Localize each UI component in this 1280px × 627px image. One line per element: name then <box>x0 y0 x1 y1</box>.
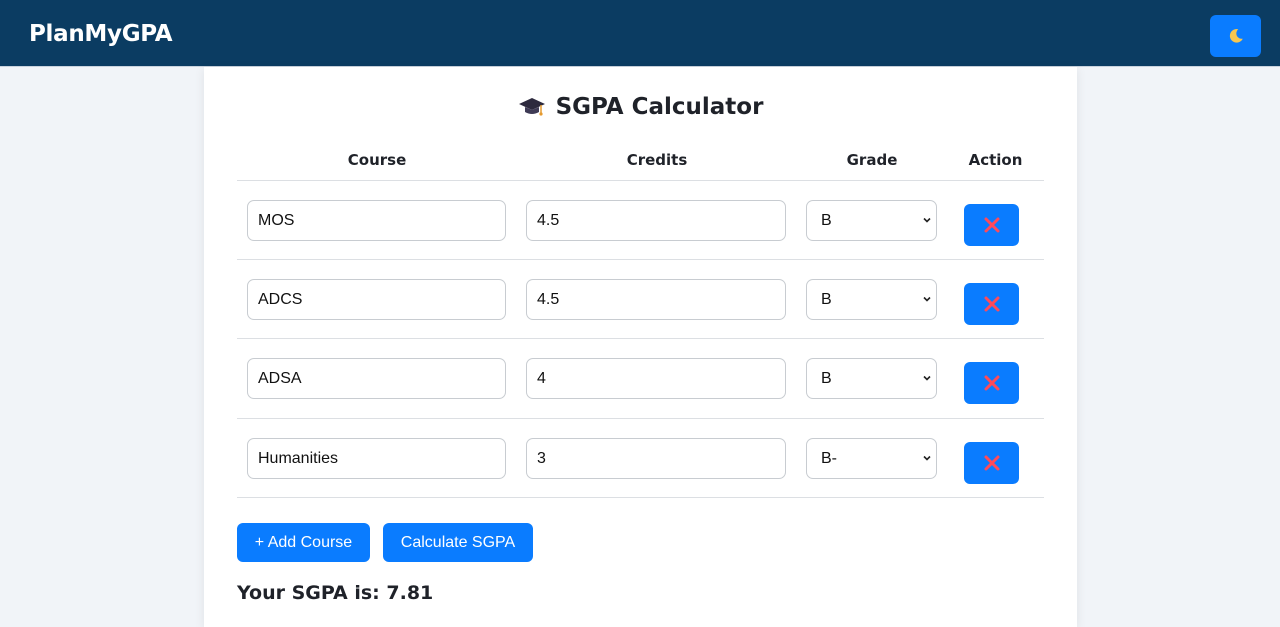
chevron-down-icon <box>923 217 931 223</box>
course-row: ADCS 4.5 B <box>237 260 1044 339</box>
grade-select-value: B <box>821 370 832 387</box>
credits-input[interactable]: 3 <box>526 438 786 479</box>
cross-mark-icon <box>984 455 999 471</box>
delete-course-button[interactable] <box>964 283 1019 325</box>
grade-select-value: B- <box>821 450 837 467</box>
credits-input[interactable]: 4.5 <box>526 200 786 241</box>
course-name-input[interactable]: ADSA <box>247 358 506 399</box>
theme-toggle-button[interactable] <box>1210 15 1261 57</box>
column-header-credits: Credits <box>626 151 688 169</box>
course-row: ADSA 4 B <box>237 339 1044 418</box>
course-name-input[interactable]: MOS <box>247 200 506 241</box>
sgpa-calculator-card: SGPA Calculator Course Credits Grade Act… <box>204 67 1077 627</box>
top-navbar: PlanMyGPA <box>0 0 1280 67</box>
grade-select[interactable]: B <box>806 358 937 399</box>
grade-select[interactable]: B <box>806 200 937 241</box>
delete-course-button[interactable] <box>964 362 1019 404</box>
course-row: MOS 4.5 B <box>237 181 1044 260</box>
chevron-down-icon <box>923 296 931 302</box>
course-row: Humanities 3 B- <box>237 419 1044 498</box>
brand-logo-text[interactable]: PlanMyGPA <box>29 21 173 47</box>
grade-select-value: B <box>821 291 832 308</box>
row-divider <box>237 497 1044 498</box>
sgpa-result: Your SGPA is: 7.81 <box>237 582 434 604</box>
column-header-action: Action <box>968 151 1023 169</box>
column-header-course: Course <box>347 151 407 169</box>
chevron-down-icon <box>923 375 931 381</box>
course-name-input[interactable]: ADCS <box>247 279 506 320</box>
credits-input[interactable]: 4 <box>526 358 786 399</box>
chevron-down-icon <box>923 455 931 461</box>
course-name-input[interactable]: Humanities <box>247 438 506 479</box>
page-title: SGPA Calculator <box>555 94 764 120</box>
calculate-sgpa-button[interactable]: Calculate SGPA <box>383 523 533 562</box>
moon-icon <box>1229 29 1243 43</box>
credits-input[interactable]: 4.5 <box>526 279 786 320</box>
graduation-cap-icon <box>518 98 545 116</box>
cross-mark-icon <box>984 217 999 233</box>
grade-select[interactable]: B <box>806 279 937 320</box>
cross-mark-icon <box>984 375 999 391</box>
grade-select-value: B <box>821 212 832 229</box>
delete-course-button[interactable] <box>964 442 1019 484</box>
add-course-button[interactable]: + Add Course <box>237 523 370 562</box>
delete-course-button[interactable] <box>964 204 1019 246</box>
title-row: SGPA Calculator <box>204 91 1077 123</box>
cross-mark-icon <box>984 296 999 312</box>
grade-select[interactable]: B- <box>806 438 937 479</box>
column-header-grade: Grade <box>846 151 898 169</box>
